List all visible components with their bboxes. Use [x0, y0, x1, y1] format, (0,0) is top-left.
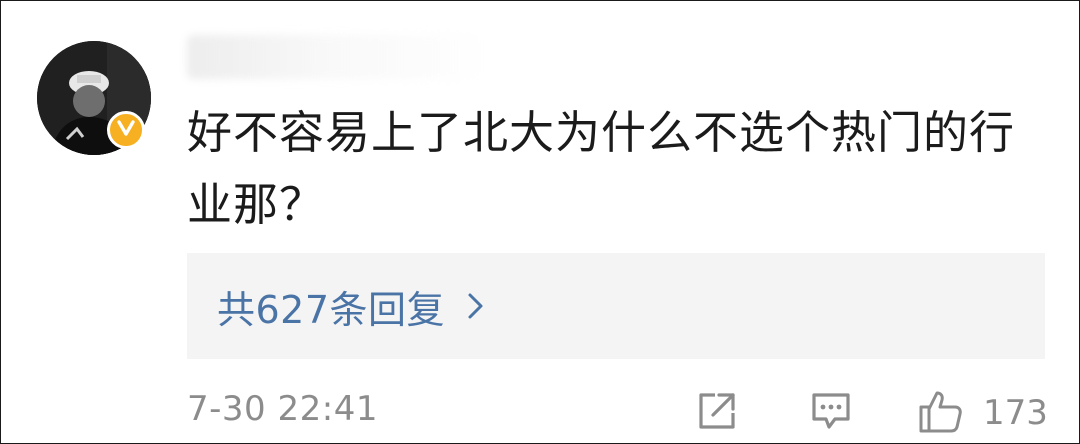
share-icon — [695, 389, 739, 437]
replies-count-label: 共627条回复 — [217, 287, 446, 332]
like-button[interactable]: 173 — [917, 387, 1048, 439]
replies-link[interactable]: 共627条回复 — [187, 253, 1045, 359]
like-count: 173 — [983, 393, 1048, 433]
comment-body: 好不容易上了北大为什么不选个热门的行业那？ — [187, 106, 1016, 231]
comment-button[interactable] — [809, 389, 853, 437]
share-button[interactable] — [695, 389, 739, 437]
verified-badge — [107, 111, 145, 149]
comment-icon — [809, 389, 853, 437]
v-icon — [116, 119, 136, 141]
timestamp: 7-30 22:41 — [187, 389, 378, 429]
thumbs-up-icon — [917, 387, 965, 439]
comment-card: 好不容易上了北大为什么不选个热门的行业那？ 共627条回复 7-30 22:41 — [0, 0, 1080, 444]
chevron-right-icon — [467, 291, 485, 321]
username-redacted — [187, 35, 477, 79]
